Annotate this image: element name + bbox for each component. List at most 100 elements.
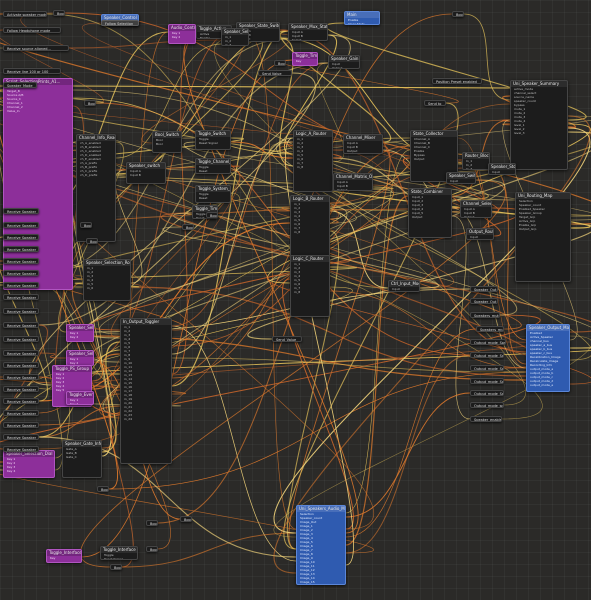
signal-pill[interactable]: Receive Speaker bbox=[3, 362, 39, 368]
signal-pill[interactable]: Receive line 100 or 100 bbox=[3, 68, 61, 74]
n-big-right-2-node[interactable]: Uni_Routing_Map Selection Speaker_count Ena… bbox=[515, 192, 571, 282]
node-port[interactable]: in_24 bbox=[121, 417, 171, 421]
node-port[interactable]: Reset Signal bbox=[196, 141, 230, 145]
node-port[interactable]: Key 4 bbox=[4, 469, 54, 473]
signal-pill[interactable]: Speaker_Out bbox=[470, 286, 498, 292]
node-port[interactable]: Output bbox=[334, 188, 372, 190]
n-spk-switch-2-node[interactable]: Speaker_Switch_BInputOutput bbox=[446, 172, 476, 184]
signal-pill[interactable]: Bool bbox=[84, 100, 96, 106]
signal-pill[interactable]: Receive Speaker bbox=[3, 294, 39, 300]
node-port[interactable]: in_8 bbox=[291, 230, 329, 234]
n-spk-switch-node[interactable]: Speaker_switch Input A Input B bbox=[126, 162, 166, 184]
node-port[interactable]: in_3 bbox=[222, 43, 248, 45]
n-mid-mini-node[interactable]: Channel_Select Input A Input B Output bbox=[460, 200, 492, 218]
signal-pill[interactable]: Output_mode_Spk bbox=[470, 390, 504, 396]
signal-pill[interactable]: Bool bbox=[274, 60, 286, 66]
node-port[interactable]: Reset Signal bbox=[101, 557, 137, 559]
n-purple-mid-1-node[interactable]: Speaker_SelectKey 1Key 2 bbox=[66, 324, 94, 342]
signal-pill[interactable]: Bool bbox=[86, 238, 98, 244]
n-logic-a-node[interactable]: Logic_A_Router in_1 in_2 in_3 in_4 in_5 in_6 in… bbox=[293, 130, 333, 192]
signal-pill[interactable]: Output_mode_speed bbox=[470, 402, 504, 408]
signal-pill[interactable]: Receive Speaker bbox=[3, 386, 39, 392]
n-blue-top-2-node[interactable]: Main Enable Clear State bbox=[344, 11, 380, 25]
signal-pill[interactable]: Receive Speaker bbox=[3, 446, 39, 452]
signal-pill[interactable]: Speaker_Out bbox=[470, 298, 498, 304]
signal-pill[interactable]: Bool bbox=[146, 546, 158, 552]
node-port[interactable]: Gate_C bbox=[63, 455, 101, 459]
node-port[interactable]: Key 2 bbox=[67, 402, 93, 404]
signal-pill[interactable]: Receive Speaker bbox=[3, 410, 39, 416]
n-toggle-switch-node[interactable]: Toggle_Switch Toggle Reset Signal bbox=[195, 130, 231, 150]
node-port[interactable]: Value_In bbox=[4, 109, 72, 113]
signal-pill[interactable]: Receive Speaker bbox=[3, 270, 39, 276]
signal-pill[interactable]: Speaker_Mode bbox=[3, 82, 37, 88]
node-port[interactable]: Select bbox=[289, 38, 327, 40]
node-port[interactable]: output_mode_e bbox=[527, 383, 569, 387]
node-port[interactable]: In_3 bbox=[463, 167, 489, 169]
node-port[interactable]: level_3 bbox=[511, 131, 567, 135]
signal-pill[interactable]: Bool bbox=[146, 520, 158, 526]
node-port[interactable]: Output_Grp bbox=[516, 227, 570, 231]
signal-pill[interactable]: Bool bbox=[206, 212, 218, 218]
signal-pill[interactable]: Output_mode_Spk bbox=[470, 365, 504, 371]
n-ctrl-right-2-node[interactable]: Speaker_StoreInputOutput bbox=[488, 163, 516, 175]
n-toggle-b-node[interactable]: Toggle_Channel_ActiveToggleReset bbox=[195, 158, 231, 174]
n-purple-mid-2-node[interactable]: Speaker_Select_BKey 1Key 2 bbox=[66, 350, 94, 366]
n-purple-top-node[interactable]: Audio_Control_BlockKey 1Key 2 bbox=[168, 24, 196, 44]
node-port[interactable]: Input B bbox=[127, 173, 165, 177]
signal-pill[interactable]: Receive Speaker bbox=[3, 234, 39, 240]
n-logic-c-node[interactable]: Logic_C_Router in_1 in_2 in_3 in_4 in_5 in_6 in… bbox=[290, 255, 330, 317]
signal-pill[interactable]: Receive Speaker bbox=[3, 374, 39, 380]
signal-pill[interactable]: Follow Headphone mode bbox=[3, 27, 61, 33]
signal-pill[interactable]: Receive Speaker bbox=[3, 222, 39, 228]
signal-pill[interactable]: Bool bbox=[80, 222, 92, 228]
n-top-mux-2-node[interactable]: Speaker_Gain Input Output bbox=[328, 55, 360, 69]
node-port[interactable]: Key 2 bbox=[169, 35, 195, 39]
n-top-mux-node[interactable]: Speaker_Mux_State Input A Input B Select bbox=[288, 23, 328, 41]
n-purple-mid-4-node[interactable]: Toggle_Event Key 1 Key 2 bbox=[66, 391, 94, 405]
signal-pill[interactable]: Bool bbox=[182, 224, 194, 230]
n-state-right-2-node[interactable]: State_Combiner Input_1 Input_2 Input_3 Input… bbox=[408, 188, 452, 238]
signal-pill[interactable]: Bool bbox=[97, 486, 109, 492]
node-port[interactable]: Reset bbox=[196, 196, 230, 200]
signal-pill[interactable]: Output_mode_Speaker bbox=[470, 339, 506, 345]
node-port[interactable]: in_8 bbox=[291, 290, 329, 294]
n-bottom-toggle-node[interactable]: Toggle_Interface Toggle Reset Signal bbox=[100, 546, 138, 560]
node-port[interactable]: Output bbox=[447, 183, 475, 184]
signal-pill[interactable]: Receive Speaker bbox=[3, 434, 39, 440]
n-big-right-node[interactable]: Uni_Speaker_Summary active_mode channel_se… bbox=[510, 80, 568, 170]
signal-pill[interactable]: Send Value bbox=[258, 70, 292, 76]
n-ibm-node[interactable]: Ctrl_Input_ModInputOutput bbox=[388, 280, 420, 292]
n-purple-top-2-node[interactable]: Toggle_Time_StepKey bbox=[292, 52, 318, 66]
n-router-rr-node[interactable]: Router_Block_BIn_1In_2In_3Out bbox=[462, 152, 490, 170]
n-small-toggle-left-node[interactable]: Speaker_Gate_Info Gate_A Gate_B Gate_C bbox=[62, 440, 102, 478]
n-bool-a-node[interactable]: Bool_Switch Bool Bool bbox=[152, 131, 182, 153]
node-port[interactable]: Output bbox=[344, 149, 382, 153]
signal-pill[interactable]: Speakers_mute bbox=[470, 312, 500, 318]
signal-pill[interactable]: Bool bbox=[53, 10, 65, 16]
node-port[interactable]: Key 2 bbox=[67, 335, 93, 339]
signal-pill[interactable]: Receive Speaker bbox=[3, 308, 39, 314]
signal-pill[interactable]: Bool bbox=[180, 516, 192, 522]
signal-pill[interactable]: Receive Speaker bbox=[3, 208, 39, 214]
n-matrix-right-node[interactable]: Channel_Mixer Input A Input B Output bbox=[343, 134, 383, 154]
signal-pill[interactable]: Receive Speaker bbox=[3, 282, 39, 288]
node-port[interactable]: Output bbox=[409, 215, 451, 219]
node-port[interactable]: Clear State bbox=[345, 22, 379, 24]
signal-pill[interactable]: Output_mode_Spk bbox=[470, 378, 504, 384]
n-purple-bottom-2-node[interactable]: Toggle_Interface_DialKey bbox=[46, 549, 82, 563]
signal-pill[interactable]: Receive Speaker bbox=[3, 258, 39, 264]
n-toggle-c-node[interactable]: Toggle_System_OutToggleReset bbox=[195, 185, 231, 203]
n-purple-bottom-node[interactable]: Speaker_Selection_Dial Key 1 Key 2 Key 3 Key… bbox=[3, 450, 55, 478]
node-port[interactable]: in_8 bbox=[294, 165, 332, 169]
signal-pill[interactable]: Receive Speaker bbox=[3, 246, 39, 252]
node-port[interactable]: Key bbox=[293, 59, 317, 63]
node-port[interactable]: Bool bbox=[153, 142, 181, 146]
signal-pill[interactable]: Receive Speaker bbox=[3, 350, 39, 356]
n-logic-b-node[interactable]: Logic_B_Router in_1 in_2 in_3 in_4 in_5 in_6 in… bbox=[290, 195, 330, 257]
node-port[interactable]: Toggle bbox=[467, 239, 493, 240]
node-port[interactable]: Output bbox=[461, 215, 491, 217]
signal-pill[interactable]: Send_Value bbox=[272, 336, 302, 342]
n-top-logic-node[interactable]: Speaker_Select_Logicin_1in_2in_3in_4 bbox=[221, 28, 249, 46]
signal-pill[interactable]: Follow Selection bbox=[101, 20, 139, 26]
